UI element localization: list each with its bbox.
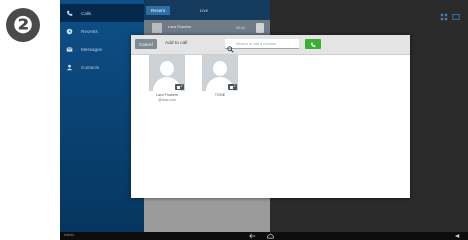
system-navigation-bar: Admin	[60, 232, 468, 240]
call-button[interactable]	[305, 39, 321, 49]
sidebar-item-label: Calls	[81, 10, 92, 16]
sidebar-item-label: Contacts	[81, 64, 100, 70]
dialog-title: Add to call	[165, 41, 188, 46]
badge-count: 2	[180, 84, 183, 89]
contact-name: Lara Flowers	[156, 93, 178, 97]
back-icon[interactable]	[246, 232, 258, 240]
search-field[interactable]	[225, 39, 299, 53]
device-count-badge: 2	[175, 84, 184, 90]
tab-live[interactable]: Live	[192, 6, 216, 15]
system-bar-text: Admin	[64, 233, 75, 237]
contact-address: @lara.com	[158, 98, 176, 102]
device-icon	[229, 85, 233, 89]
step-number-badge: ❷	[6, 8, 40, 42]
avatar-head	[213, 61, 227, 76]
person-icon	[65, 63, 73, 71]
list-item[interactable]: Lara Flowers 09:44	[144, 20, 270, 36]
home-icon[interactable]	[264, 232, 276, 240]
tab-recent[interactable]: Recent	[146, 6, 170, 15]
sidebar-item-calls[interactable]: Calls	[60, 4, 144, 22]
sidebar-item-label: Messages	[81, 46, 102, 52]
phone-icon	[65, 9, 73, 17]
add-to-call-dialog: Cancel Add to call 2	[131, 35, 410, 198]
search-icon	[227, 40, 234, 53]
dialog-header: Cancel Add to call	[131, 35, 410, 55]
list-tabs: Recent Live	[144, 0, 270, 20]
search-input[interactable]	[236, 39, 298, 48]
avatar	[152, 23, 162, 33]
contact-name: TONE	[214, 93, 226, 97]
message-icon	[65, 45, 73, 53]
cancel-button[interactable]: Cancel	[135, 39, 157, 49]
pause-button[interactable]	[256, 23, 264, 33]
clock-icon	[65, 27, 73, 35]
device-icon	[176, 85, 180, 89]
phone-icon	[310, 35, 316, 53]
badge-count: 2	[233, 84, 236, 89]
avatar-head	[160, 61, 174, 76]
app-screen: Calls Recents Messages Contacts Recent L…	[60, 0, 468, 240]
device-count-badge: 2	[228, 84, 237, 90]
screen-share-icon[interactable]	[452, 8, 460, 20]
grid-icon[interactable]	[440, 8, 448, 21]
volume-icon[interactable]	[452, 232, 464, 240]
call-name: Lara Flowers	[168, 24, 192, 29]
sidebar-item-label: Recents	[81, 28, 98, 34]
call-time: 09:44	[236, 26, 245, 30]
